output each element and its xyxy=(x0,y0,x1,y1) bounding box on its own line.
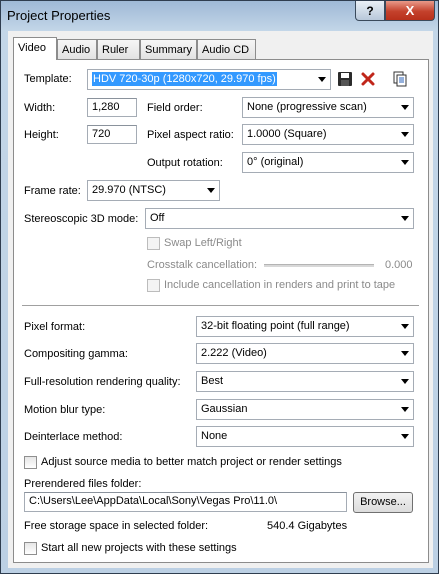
pixel-aspect-label: Pixel aspect ratio: xyxy=(147,129,234,141)
tab-audio-cd[interactable]: Audio CD xyxy=(197,39,256,59)
template-value: HDV 720-30p (1280x720, 29.970 fps) xyxy=(92,72,277,86)
output-rotation-combo[interactable]: 0° (original) xyxy=(242,152,414,173)
close-button[interactable]: X xyxy=(385,1,435,21)
pixel-format-combo[interactable]: 32-bit floating point (full range) xyxy=(196,316,414,337)
frame-rate-value: 29.970 (NTSC) xyxy=(92,184,166,196)
frame-rate-label: Frame rate: xyxy=(24,185,81,197)
swap-left-right-label: Swap Left/Right xyxy=(164,237,242,249)
motion-blur-combo[interactable]: Gaussian xyxy=(196,399,414,420)
chevron-down-icon xyxy=(401,351,409,356)
template-label: Template: xyxy=(24,73,72,85)
rendering-quality-combo[interactable]: Best xyxy=(196,371,414,392)
tab-ruler[interactable]: Ruler xyxy=(97,39,140,59)
pixel-format-value: 32-bit floating point (full range) xyxy=(201,320,350,332)
swap-left-right-checkbox[interactable] xyxy=(147,237,160,250)
save-icon[interactable] xyxy=(336,70,354,88)
pixel-aspect-combo[interactable]: 1.0000 (Square) xyxy=(242,124,414,145)
chevron-down-icon xyxy=(401,132,409,137)
divider xyxy=(22,305,419,307)
start-all-projects-label: Start all new projects with these settin… xyxy=(41,542,237,554)
match-media-icon[interactable] xyxy=(391,70,409,88)
chevron-down-icon xyxy=(401,379,409,384)
chevron-down-icon xyxy=(318,77,326,82)
include-cancellation-checkbox[interactable] xyxy=(147,279,160,292)
width-label: Width: xyxy=(24,102,56,114)
chevron-down-icon xyxy=(401,216,409,221)
tab-summary[interactable]: Summary xyxy=(140,39,197,59)
include-cancellation-label: Include cancellation in renders and prin… xyxy=(164,279,396,291)
browse-button[interactable]: Browse... xyxy=(353,492,413,513)
compositing-gamma-label: Compositing gamma: xyxy=(24,348,128,360)
width-input[interactable]: 1,280 xyxy=(87,98,137,117)
stereo-3d-combo[interactable]: Off xyxy=(145,208,414,229)
field-order-combo[interactable]: None (progressive scan) xyxy=(242,97,414,118)
video-tab-panel: Template: HDV 720-30p (1280x720, 29.970 … xyxy=(13,59,429,563)
template-combo[interactable]: HDV 720-30p (1280x720, 29.970 fps) xyxy=(87,69,331,90)
adjust-source-label: Adjust source media to better match proj… xyxy=(41,456,342,468)
adjust-source-checkbox[interactable] xyxy=(24,456,37,469)
chevron-down-icon xyxy=(401,324,409,329)
tab-audio[interactable]: Audio xyxy=(57,39,97,59)
help-button[interactable]: ? xyxy=(355,1,385,21)
deinterlace-label: Deinterlace method: xyxy=(24,431,123,443)
prerendered-folder-input[interactable]: C:\Users\Lee\AppData\Local\Sony\Vegas Pr… xyxy=(24,492,347,512)
height-label: Height: xyxy=(24,129,59,141)
title-bar[interactable]: Project Properties ? X xyxy=(1,1,438,31)
crosstalk-label: Crosstalk cancellation: xyxy=(147,259,258,271)
stereo-3d-value: Off xyxy=(150,212,165,224)
pixel-aspect-value: 1.0000 (Square) xyxy=(247,128,327,140)
output-rotation-value: 0° (original) xyxy=(247,156,304,168)
pixel-format-label: Pixel format: xyxy=(24,321,86,333)
free-space-value: 540.4 Gigabytes xyxy=(267,520,348,532)
rendering-quality-label: Full-resolution rendering quality: xyxy=(24,376,181,388)
chevron-down-icon xyxy=(401,105,409,110)
height-input[interactable]: 720 xyxy=(87,125,137,144)
stereo-3d-label: Stereoscopic 3D mode: xyxy=(24,213,139,225)
field-order-value: None (progressive scan) xyxy=(247,101,367,113)
compositing-gamma-value: 2.222 (Video) xyxy=(201,347,267,359)
start-all-projects-checkbox[interactable] xyxy=(24,542,37,555)
chevron-down-icon xyxy=(401,407,409,412)
chevron-down-icon xyxy=(401,160,409,165)
dialog-client: Video Audio Ruler Summary Audio CD Templ… xyxy=(8,31,433,568)
crosstalk-value: 0.000 xyxy=(385,259,413,271)
chevron-down-icon xyxy=(207,188,215,193)
free-space-label: Free storage space in selected folder: xyxy=(24,520,209,532)
motion-blur-label: Motion blur type: xyxy=(24,404,106,416)
project-properties-window: Project Properties ? X Video Audio Ruler… xyxy=(0,0,439,574)
deinterlace-combo[interactable]: None xyxy=(196,426,414,447)
compositing-gamma-combo[interactable]: 2.222 (Video) xyxy=(196,343,414,364)
rendering-quality-value: Best xyxy=(201,375,224,387)
field-order-label: Field order: xyxy=(147,102,203,114)
window-title: Project Properties xyxy=(7,8,111,23)
prerendered-folder-label: Prerendered files folder: xyxy=(24,478,142,490)
output-rotation-label: Output rotation: xyxy=(147,157,223,169)
delete-icon[interactable] xyxy=(359,70,377,88)
crosstalk-slider[interactable] xyxy=(264,264,374,267)
tab-video[interactable]: Video xyxy=(13,37,57,60)
frame-rate-combo[interactable]: 29.970 (NTSC) xyxy=(87,180,220,201)
motion-blur-value: Gaussian xyxy=(201,403,248,415)
chevron-down-icon xyxy=(401,434,409,439)
deinterlace-value: None xyxy=(201,430,228,442)
